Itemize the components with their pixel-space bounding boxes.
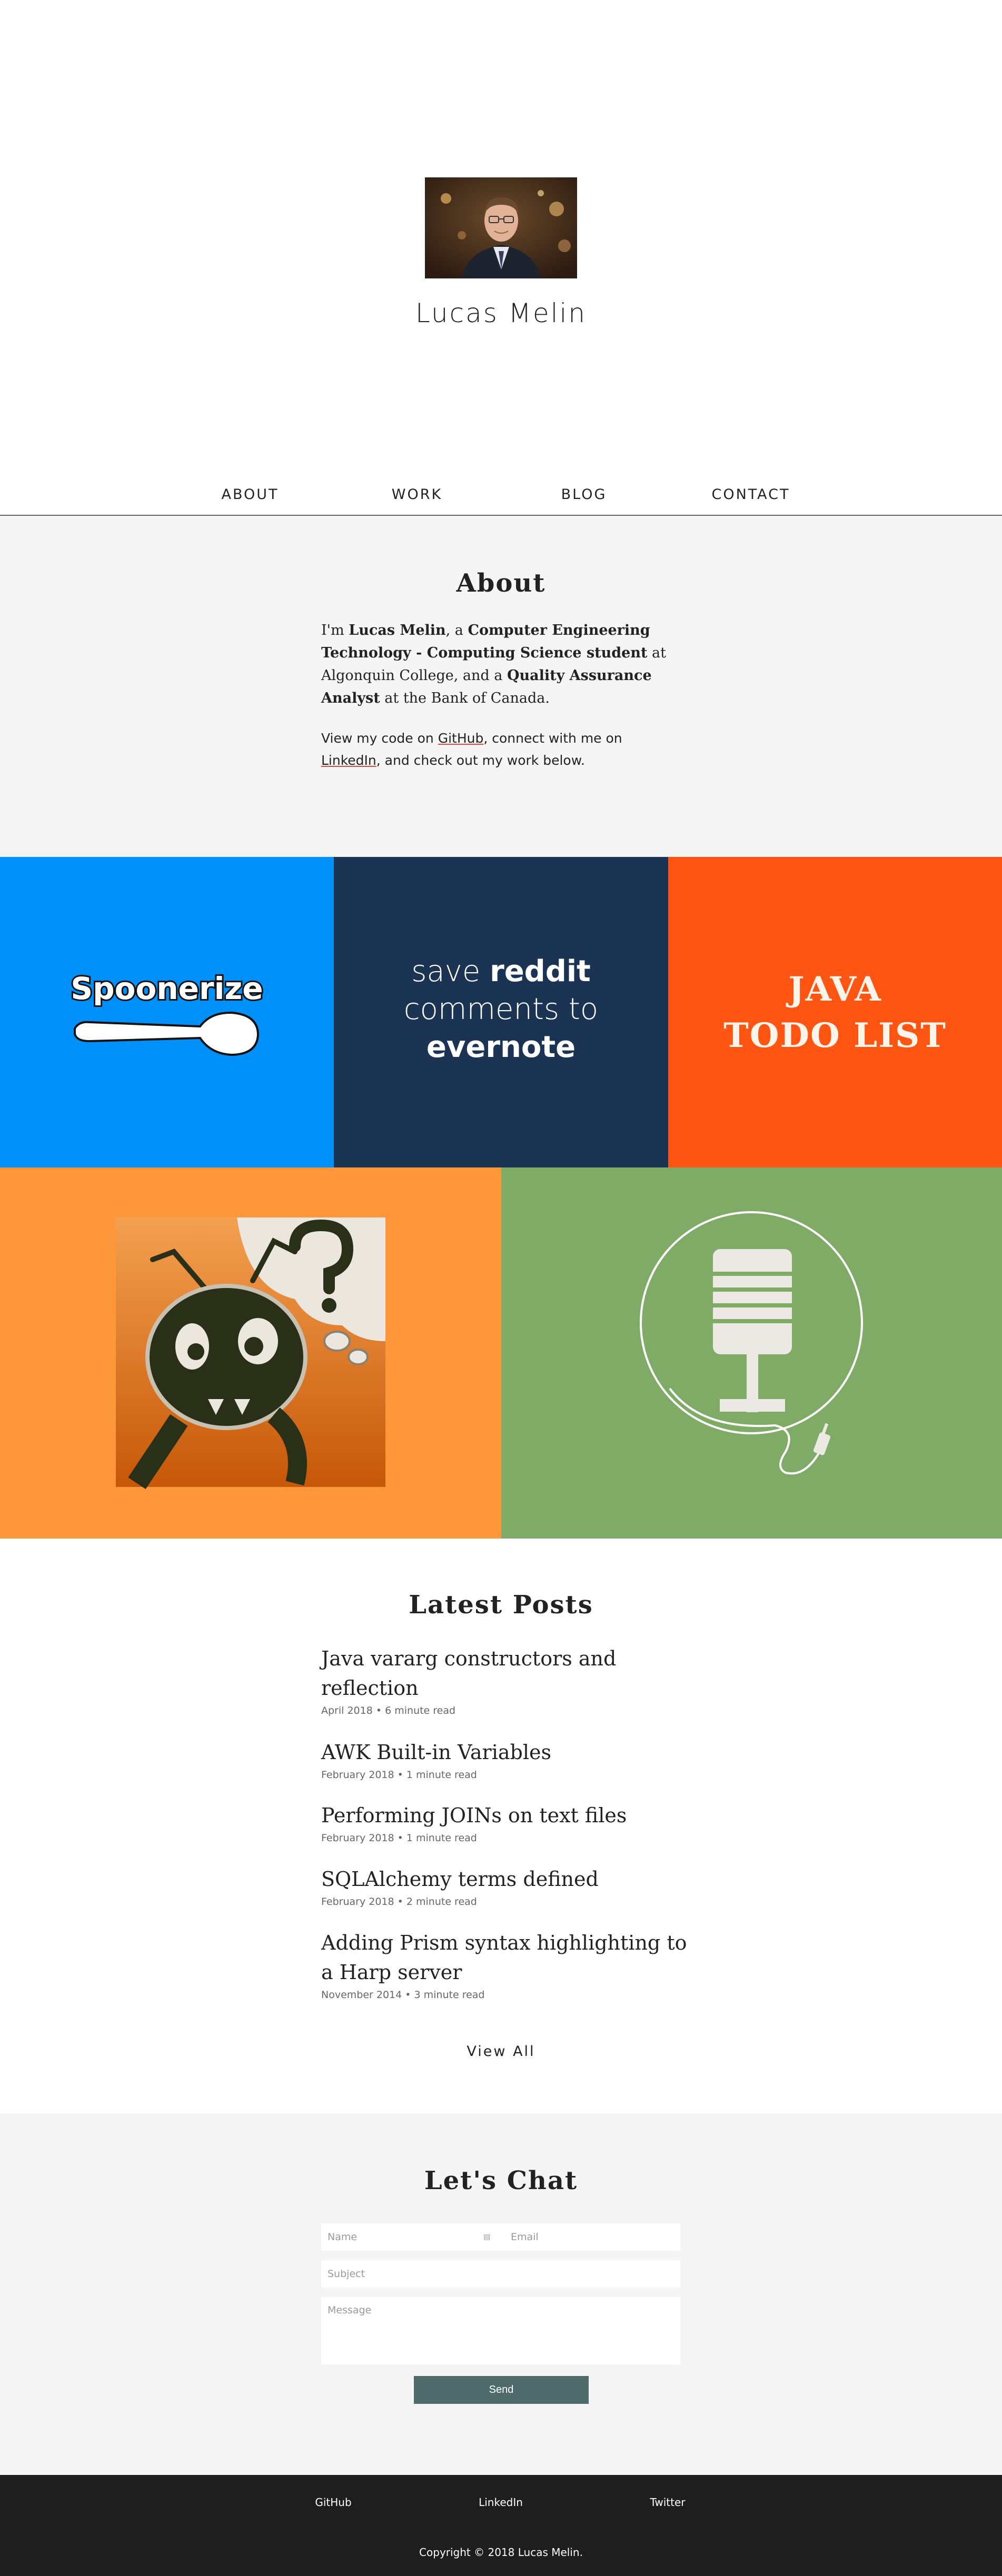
work-tile-ant[interactable]: [0, 1167, 501, 1539]
work-tile-spoonerize[interactable]: Spoonerize: [0, 857, 334, 1167]
reddit-line-1: save reddit: [334, 953, 668, 991]
reddit-text-reddit: reddit: [490, 954, 591, 989]
about-title: About: [456, 568, 546, 598]
about-text: at the Bank of Canada.: [380, 690, 550, 706]
chat-title: Let's Chat: [424, 2166, 578, 2195]
about-text: , and check out my work below.: [376, 753, 585, 768]
post-title-link[interactable]: AWK Built-in Variables: [321, 1738, 690, 1767]
copyright-text: Copyright © 2018 Lucas Melin.: [419, 2546, 583, 2559]
java-todo-title: JAVA TODO LIST: [668, 966, 1002, 1059]
nav-blog[interactable]: BLOG: [531, 479, 637, 511]
email-field[interactable]: [504, 2223, 680, 2251]
footer: GitHub LinkedIn Twitter Copyright © 2018…: [0, 2475, 1002, 2576]
about-text: View my code on: [321, 731, 438, 746]
footer-twitter-link[interactable]: Twitter: [615, 2496, 720, 2509]
footer-github-link[interactable]: GitHub: [281, 2496, 386, 2509]
post-title-link[interactable]: Performing JOINs on text files: [321, 1801, 690, 1830]
post-meta: February 2018 • 1 minute read: [321, 1832, 477, 1844]
reddit-line-2: comments to: [403, 992, 599, 1026]
list-item: AWK Built-in Variables February 2018 • 1…: [321, 1738, 690, 1782]
post-title-link[interactable]: SQLAlchemy terms defined: [321, 1864, 690, 1894]
post-meta: November 2014 • 3 minute read: [321, 1989, 485, 2001]
hero-section: Lucas Melin: [0, 0, 1002, 512]
post-meta: February 2018 • 2 minute read: [321, 1896, 477, 1908]
post-title-link[interactable]: Adding Prism syntax highlighting to a Ha…: [321, 1928, 690, 1987]
send-button[interactable]: Send: [414, 2376, 589, 2404]
latest-posts-section: Latest Posts Java vararg constructors an…: [0, 1539, 1002, 2113]
nav-contact[interactable]: CONTACT: [698, 479, 803, 511]
contact-card-icon: ▤: [483, 2233, 491, 2241]
spoonerize-logo: Spoonerize: [69, 969, 265, 1056]
spoonerize-title: Spoonerize: [71, 971, 263, 1006]
java-line-2: TODO LIST: [723, 1016, 947, 1055]
post-title-link[interactable]: Java vararg constructors and reflection: [321, 1644, 690, 1703]
footer-linkedin-link[interactable]: LinkedIn: [448, 2496, 553, 2509]
work-tile-java-todo[interactable]: JAVA TODO LIST: [668, 857, 1002, 1167]
linkedin-link[interactable]: LinkedIn: [321, 753, 376, 768]
about-text: , a: [445, 622, 468, 638]
profile-photo: [425, 177, 577, 278]
work-tile-reddit-evernote[interactable]: save reddit comments to evernote: [334, 857, 668, 1167]
list-item: Performing JOINs on text files February …: [321, 1801, 690, 1845]
about-intro: I'm Lucas Melin, a Computer Engineering …: [321, 619, 684, 710]
github-link[interactable]: GitHub: [438, 731, 484, 746]
ant-illustration: [116, 1217, 385, 1490]
about-text: I'm: [321, 622, 349, 638]
about-text: , connect with me on: [483, 731, 622, 746]
post-meta: February 2018 • 1 minute read: [321, 1769, 477, 1781]
posts-title: Latest Posts: [409, 1590, 593, 1620]
contact-section: Let's Chat ▤ Send: [0, 2113, 1002, 2475]
list-item: SQLAlchemy terms defined February 2018 •…: [321, 1864, 690, 1909]
work-tile-podcast[interactable]: [501, 1167, 1002, 1539]
java-line-1: JAVA: [788, 970, 882, 1009]
subject-field[interactable]: [321, 2260, 680, 2288]
nav-about[interactable]: ABOUT: [197, 479, 303, 511]
microphone-icon: [640, 1211, 863, 1475]
main-nav: ABOUT WORK BLOG CONTACT: [0, 479, 1002, 516]
about-bold-name: Lucas Melin: [349, 622, 446, 638]
nav-work[interactable]: WORK: [364, 479, 470, 511]
list-item: Java vararg constructors and reflection …: [321, 1644, 690, 1718]
reddit-line-3: evernote: [426, 1030, 576, 1064]
reddit-text-save: save: [411, 954, 490, 989]
hero-name: Lucas Melin: [415, 298, 587, 328]
spoon-icon: [74, 1011, 260, 1056]
list-item: Adding Prism syntax highlighting to a Ha…: [321, 1928, 690, 2002]
about-section: About I'm Lucas Melin, a Computer Engine…: [0, 516, 1002, 857]
post-meta: April 2018 • 6 minute read: [321, 1705, 456, 1716]
message-field[interactable]: [321, 2297, 680, 2364]
view-all-link[interactable]: View All: [0, 2043, 1002, 2060]
about-links-paragraph: View my code on GitHub, connect with me …: [321, 727, 684, 772]
reddit-evernote-title: save reddit comments to evernote: [334, 953, 668, 1066]
